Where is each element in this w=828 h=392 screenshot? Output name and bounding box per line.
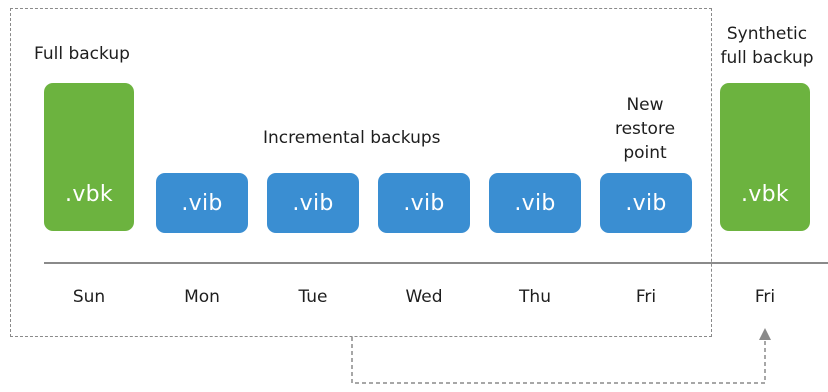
new-restore-point-label: New restore point <box>600 93 690 165</box>
connector-line <box>351 337 766 384</box>
synthetic-full-backup-block: .vbk <box>720 83 810 231</box>
incremental-block-tue: .vib <box>267 173 359 233</box>
synthetic-label-line-1: Synthetic <box>726 24 808 44</box>
incremental-backups-label: Incremental backups <box>263 128 441 148</box>
full-backup-label: Full backup <box>34 44 130 64</box>
day-label-synthetic-fri: Fri <box>754 287 776 307</box>
incremental-block-fri: .vib <box>600 173 692 233</box>
new-restore-point-line-3: point <box>623 143 667 163</box>
day-label-mon: Mon <box>184 287 220 307</box>
new-restore-point-line-1: New <box>626 95 664 115</box>
synthetic-label-line-2: full backup <box>720 48 814 68</box>
day-label-thu: Thu <box>519 287 551 307</box>
full-backup-block: .vbk <box>44 83 134 231</box>
incremental-block-wed: .vib <box>378 173 470 233</box>
new-restore-point-line-2: restore <box>614 119 676 139</box>
synthetic-full-backup-label: Synthetic full backup <box>706 22 828 70</box>
backup-chain-diagram: Full backup Incremental backups New rest… <box>0 0 828 392</box>
day-label-sun: Sun <box>72 287 106 307</box>
day-label-tue: Tue <box>298 287 328 307</box>
day-label-wed: Wed <box>405 287 443 307</box>
incremental-block-thu: .vib <box>489 173 581 233</box>
arrow-up-icon <box>759 328 771 340</box>
incremental-block-mon: .vib <box>156 173 248 233</box>
day-label-fri: Fri <box>635 287 657 307</box>
